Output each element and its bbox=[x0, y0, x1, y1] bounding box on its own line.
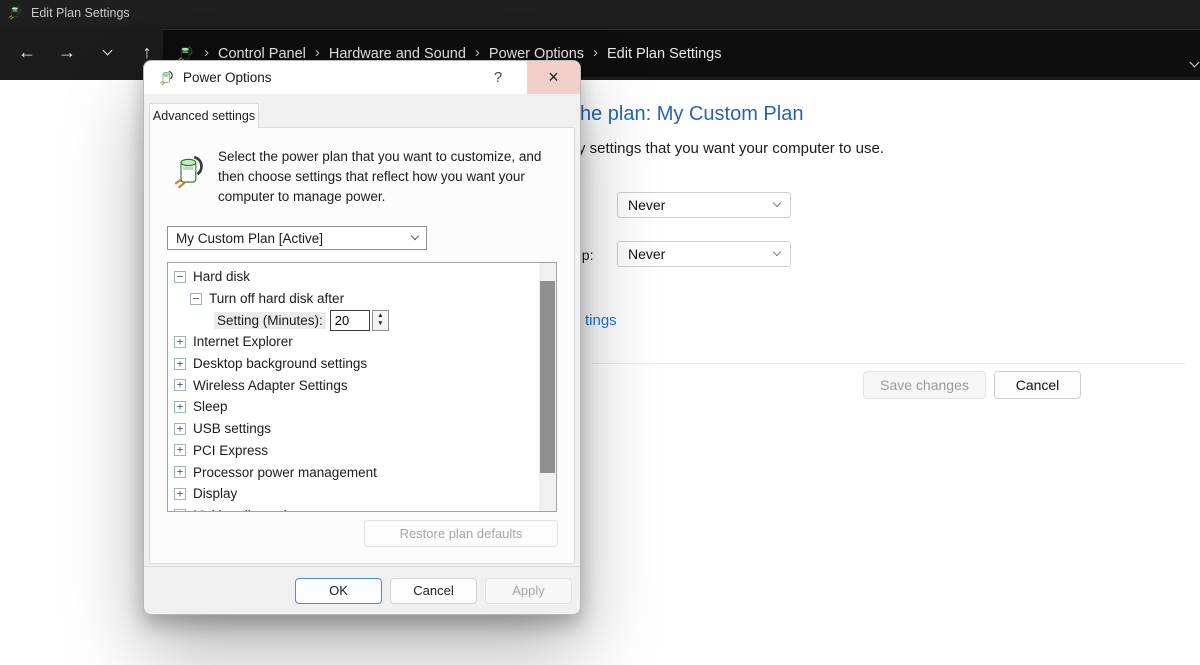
power-plan-icon bbox=[8, 5, 23, 20]
sleep-dropdown[interactable]: Never bbox=[617, 241, 791, 267]
cancel-button[interactable]: Cancel bbox=[390, 578, 477, 604]
tree-row-wireless-adapter[interactable]: + Wireless Adapter Settings bbox=[168, 374, 539, 396]
advanced-settings-link[interactable]: tings bbox=[585, 312, 617, 329]
tree-label: PCI Express bbox=[193, 443, 268, 458]
tree-scrollbar-thumb[interactable] bbox=[540, 281, 555, 473]
tab-page: Select the power plan that you want to c… bbox=[149, 127, 575, 564]
tree-row-desktop-background[interactable]: + Desktop background settings bbox=[168, 353, 539, 375]
expand-icon[interactable]: + bbox=[174, 358, 186, 370]
breadcrumb-separator: › bbox=[204, 44, 209, 61]
help-button[interactable]: ? bbox=[477, 61, 519, 94]
tree-label: Hard disk bbox=[193, 269, 250, 284]
address-dropdown-chevron-icon[interactable] bbox=[1191, 54, 1198, 70]
tree-row-internet-explorer[interactable]: + Internet Explorer bbox=[168, 331, 539, 353]
tree-row-hard-disk[interactable]: − Hard disk bbox=[168, 266, 539, 288]
dialog-footer: OK Cancel Apply bbox=[144, 566, 580, 614]
screen: Edit Plan Settings ← → ↑ › Control Panel… bbox=[0, 0, 1200, 665]
tree-row-turn-off-hard-disk[interactable]: − Turn off hard disk after bbox=[168, 288, 539, 310]
expand-icon[interactable]: + bbox=[174, 509, 186, 512]
back-icon[interactable]: ← bbox=[14, 40, 40, 66]
collapse-icon[interactable]: − bbox=[174, 271, 186, 283]
ok-button[interactable]: OK bbox=[295, 578, 382, 604]
tree-rows: − Hard disk − Turn off hard disk after S… bbox=[168, 266, 539, 512]
tree-row-processor-power[interactable]: + Processor power management bbox=[168, 461, 539, 483]
breadcrumb-separator: › bbox=[315, 44, 320, 61]
dialog-title: Power Options bbox=[183, 70, 272, 85]
sleep-value: Never bbox=[628, 246, 665, 262]
page-title: he plan: My Custom Plan bbox=[580, 103, 803, 126]
display-off-dropdown[interactable]: Never bbox=[617, 192, 791, 218]
window-title: Edit Plan Settings bbox=[31, 6, 130, 20]
power-options-dialog: Power Options ? × Advanced settings Sele… bbox=[143, 60, 581, 615]
tree-row-usb-settings[interactable]: + USB settings bbox=[168, 418, 539, 440]
spinner-down-icon[interactable]: ▼ bbox=[377, 320, 383, 328]
breadcrumb-separator: › bbox=[475, 44, 480, 61]
tree-row-display[interactable]: + Display bbox=[168, 483, 539, 505]
window-titlebar: Edit Plan Settings bbox=[0, 0, 1200, 25]
setting-minutes-label: Setting (Minutes): bbox=[214, 312, 326, 329]
restore-plan-defaults-button[interactable]: Restore plan defaults bbox=[364, 520, 558, 547]
tree-row-setting-minutes[interactable]: Setting (Minutes): ▲ ▼ bbox=[168, 309, 539, 331]
tree-label: Desktop background settings bbox=[193, 356, 367, 371]
plan-select-dropdown[interactable]: My Custom Plan [Active] bbox=[167, 226, 427, 250]
tree-label: Sleep bbox=[193, 399, 228, 414]
expand-icon[interactable]: + bbox=[174, 401, 186, 413]
tree-label: Internet Explorer bbox=[193, 334, 293, 349]
plan-select-value: My Custom Plan [Active] bbox=[176, 231, 323, 246]
page-subtitle: y settings that you want your computer t… bbox=[578, 140, 884, 157]
recent-locations-chevron-icon[interactable] bbox=[94, 40, 120, 66]
tree-label: Multimedia settings bbox=[193, 508, 309, 512]
setting-minutes-stepper[interactable]: ▲ ▼ bbox=[372, 310, 389, 331]
chevron-down-icon bbox=[773, 248, 781, 256]
expand-icon[interactable]: + bbox=[174, 336, 186, 348]
power-plan-icon bbox=[159, 70, 175, 86]
nav-buttons: ← → ↑ bbox=[0, 25, 163, 80]
collapse-icon[interactable]: − bbox=[190, 293, 202, 305]
power-plan-icon bbox=[172, 152, 208, 192]
spinner-up-icon[interactable]: ▲ bbox=[377, 312, 383, 320]
breadcrumb-separator: › bbox=[593, 44, 598, 61]
expand-icon[interactable]: + bbox=[174, 488, 186, 500]
page-cancel-button[interactable]: Cancel bbox=[994, 371, 1081, 399]
tree-label: USB settings bbox=[193, 421, 271, 436]
breadcrumb-edit-plan-settings[interactable]: Edit Plan Settings bbox=[607, 46, 721, 62]
expand-icon[interactable]: + bbox=[174, 444, 186, 456]
chevron-down-icon bbox=[773, 199, 781, 207]
apply-button[interactable]: Apply bbox=[485, 578, 572, 604]
tree-scrollbar[interactable] bbox=[539, 263, 556, 511]
separator bbox=[592, 363, 1185, 364]
tree-label: Processor power management bbox=[193, 465, 377, 480]
tree-label: Turn off hard disk after bbox=[209, 291, 344, 306]
dialog-titlebar: Power Options ? × bbox=[144, 61, 580, 94]
expand-icon[interactable]: + bbox=[174, 423, 186, 435]
expand-icon[interactable]: + bbox=[174, 466, 186, 478]
tree-row-pci-express[interactable]: + PCI Express bbox=[168, 440, 539, 462]
forward-icon[interactable]: → bbox=[54, 40, 80, 66]
setting-minutes-input[interactable] bbox=[330, 310, 370, 331]
tree-label: Wireless Adapter Settings bbox=[193, 378, 348, 393]
tree-label: Display bbox=[193, 486, 237, 501]
chevron-down-icon bbox=[411, 232, 419, 240]
tab-advanced-settings[interactable]: Advanced settings bbox=[149, 103, 259, 128]
settings-tree: − Hard disk − Turn off hard disk after S… bbox=[167, 262, 557, 512]
expand-icon[interactable]: + bbox=[174, 379, 186, 391]
save-changes-button[interactable]: Save changes bbox=[863, 371, 986, 399]
dialog-description: Select the power plan that you want to c… bbox=[218, 147, 568, 207]
display-off-value: Never bbox=[628, 197, 665, 213]
tree-row-multimedia[interactable]: + Multimedia settings bbox=[168, 505, 539, 512]
close-icon: × bbox=[548, 67, 559, 88]
tree-row-sleep[interactable]: + Sleep bbox=[168, 396, 539, 418]
close-button[interactable]: × bbox=[527, 61, 580, 94]
